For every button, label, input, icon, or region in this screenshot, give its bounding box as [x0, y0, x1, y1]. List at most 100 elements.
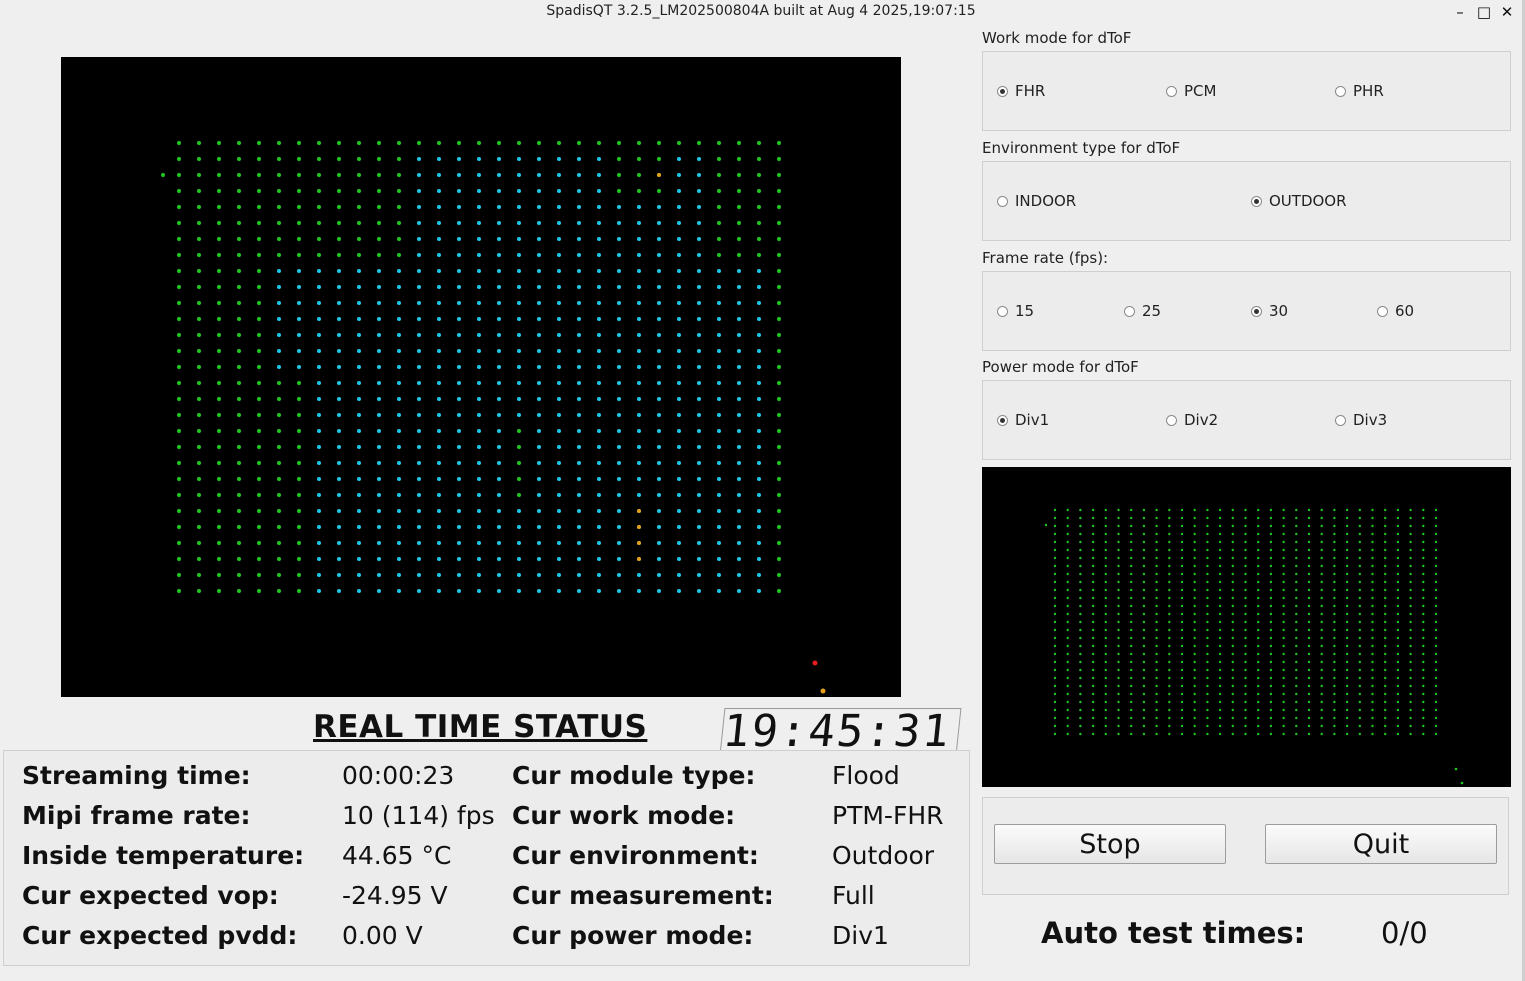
radio-environment-outdoor[interactable]: OUTDOOR: [1251, 192, 1347, 210]
depth-point: [617, 301, 621, 305]
depth-point: [277, 141, 281, 145]
depth-point: [577, 157, 581, 161]
radio-indicator[interactable]: [997, 195, 1008, 207]
radio-indicator[interactable]: [1166, 85, 1177, 97]
radio-indicator[interactable]: [1166, 414, 1177, 426]
depth-point: [1358, 684, 1361, 688]
depth-point: [777, 205, 781, 209]
depth-point: [1193, 604, 1196, 608]
depth-point: [697, 301, 701, 305]
depth-point: [217, 157, 221, 161]
depth-point: [1434, 692, 1438, 696]
depth-point: [657, 189, 661, 193]
radio-frame-rate-15[interactable]: 15: [997, 302, 1034, 320]
depth-point: [1282, 708, 1285, 712]
depth-point: [177, 205, 181, 209]
depth-point: [1079, 588, 1082, 592]
depth-point: [337, 157, 341, 161]
radio-power-mode-div2[interactable]: Div2: [1166, 411, 1218, 429]
depth-point: [1142, 636, 1146, 640]
radio-indicator[interactable]: [1335, 414, 1346, 426]
depth-point: [1155, 564, 1158, 568]
depth-point: [517, 461, 521, 465]
quit-button[interactable]: Quit: [1265, 824, 1497, 864]
radio-indicator[interactable]: [1251, 305, 1262, 317]
depth-point: [1358, 628, 1361, 632]
depth-point: [1358, 508, 1361, 512]
radio-work-mode-fhr[interactable]: FHR: [997, 82, 1045, 100]
depth-point: [737, 365, 741, 369]
depth-point: [317, 301, 321, 305]
real-time-status-title: REAL TIME STATUS: [313, 709, 648, 745]
depth-point: [1206, 612, 1209, 616]
depth-point: [277, 525, 281, 529]
depth-point: [1053, 548, 1057, 552]
depth-point: [1396, 716, 1400, 720]
depth-point: [1396, 652, 1400, 656]
radio-frame-rate-30[interactable]: 30: [1251, 302, 1288, 320]
depth-point: [1244, 588, 1247, 592]
depth-point: [757, 141, 761, 145]
minimize-icon[interactable]: –: [1450, 2, 1470, 22]
depth-point: [1066, 532, 1069, 536]
depth-point: [1269, 684, 1273, 688]
radio-frame-rate-25[interactable]: 25: [1124, 302, 1161, 320]
radio-indicator[interactable]: [997, 414, 1008, 426]
depth-point: [457, 141, 461, 145]
depth-point: [697, 205, 701, 209]
depth-point: [677, 445, 681, 449]
maximize-icon[interactable]: □: [1474, 2, 1494, 22]
depth-point: [1130, 548, 1133, 552]
depth-point: [1231, 628, 1234, 632]
depth-point: [1257, 588, 1260, 592]
depth-point: [317, 509, 321, 513]
depth-point: [1345, 556, 1349, 560]
depth-point: [1257, 564, 1260, 568]
stop-button[interactable]: Stop: [994, 824, 1226, 864]
depth-point: [1422, 644, 1425, 648]
depth-point: [1130, 556, 1133, 560]
radio-indicator[interactable]: [1335, 85, 1346, 97]
depth-point: [1168, 636, 1171, 640]
depth-point: [1422, 604, 1425, 608]
depth-point: [737, 461, 741, 465]
depth-point: [677, 189, 681, 193]
depth-point: [337, 493, 341, 497]
radio-environment-indoor[interactable]: INDOOR: [997, 192, 1076, 210]
depth-point: [317, 269, 321, 273]
radio-indicator[interactable]: [1251, 195, 1262, 207]
radio-indicator[interactable]: [997, 305, 1008, 317]
depth-point: [1333, 668, 1336, 672]
radio-power-mode-div1[interactable]: Div1: [997, 411, 1049, 429]
depth-point: [197, 525, 201, 529]
depth-point: [737, 573, 741, 577]
radio-indicator[interactable]: [1377, 305, 1388, 317]
radio-frame-rate-60[interactable]: 60: [1377, 302, 1414, 320]
depth-point: [757, 493, 761, 497]
radio-work-mode-phr[interactable]: PHR: [1335, 82, 1384, 100]
depth-point: [1231, 636, 1234, 640]
depth-point: [1333, 660, 1336, 664]
depth-point: [237, 493, 241, 497]
depth-point: [1193, 516, 1196, 520]
depth-point: [637, 573, 641, 577]
depth-point: [1269, 652, 1273, 656]
depth-point: [237, 189, 241, 193]
depth-point: [177, 477, 181, 481]
depth-point: [317, 461, 321, 465]
depth-point: [377, 205, 381, 209]
radio-indicator[interactable]: [997, 85, 1008, 97]
radio-work-mode-pcm[interactable]: PCM: [1166, 82, 1216, 100]
depth-point: [1079, 668, 1082, 672]
depth-point: [1066, 604, 1069, 608]
radio-power-mode-div3[interactable]: Div3: [1335, 411, 1387, 429]
depth-point: [337, 509, 341, 513]
radio-indicator[interactable]: [1124, 305, 1135, 317]
depth-point: [217, 333, 221, 337]
depth-point: [1206, 620, 1209, 624]
depth-point: [1130, 540, 1133, 544]
depth-point: [1384, 652, 1387, 656]
close-icon[interactable]: ✕: [1497, 2, 1517, 22]
depth-point: [1295, 652, 1298, 656]
depth-point: [1269, 628, 1273, 632]
